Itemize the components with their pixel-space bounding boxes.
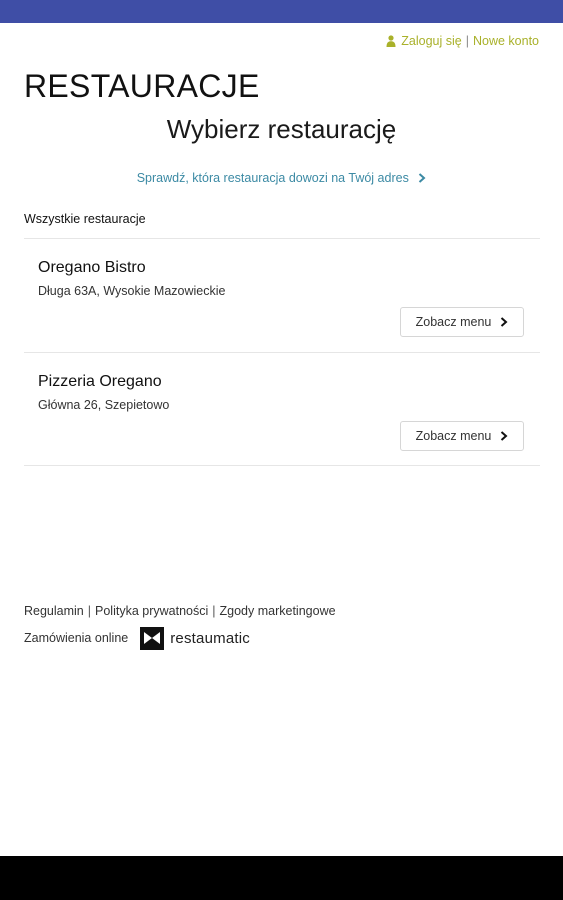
restaurant-address: Długa 63A, Wysokie Mazowieckie (38, 284, 226, 298)
restaurant-card: Pizzeria Oregano Główna 26, Szepietowo Z… (24, 373, 540, 453)
footer-separator: | (87, 604, 92, 618)
restaurant-address: Główna 26, Szepietowo (38, 398, 170, 412)
footer-separator: | (212, 604, 216, 618)
navigation-bar (0, 856, 563, 900)
divider (24, 238, 540, 239)
divider (24, 465, 540, 466)
view-menu-label: Zobacz menu (415, 429, 492, 443)
user-icon (386, 35, 396, 47)
login-link[interactable]: Zaloguj się (401, 34, 461, 48)
auth-separator: | (465, 34, 469, 48)
auth-links: Zaloguj się | Nowe konto (386, 34, 539, 48)
delivery-check-link[interactable]: Sprawdź, która restauracja dowozi na Twó… (0, 171, 563, 185)
restaurant-card: Oregano Bistro Długa 63A, Wysokie Mazowi… (24, 259, 540, 339)
page-title: RESTAURACJE (24, 68, 260, 104)
privacy-link[interactable]: Polityka prywatności (95, 604, 208, 618)
chevron-right-icon (501, 317, 508, 327)
restaurant-name: Oregano Bistro (38, 259, 146, 276)
chevron-right-icon (419, 173, 426, 183)
marketing-consents-link[interactable]: Zgody marketingowe (220, 604, 336, 618)
delivery-check-label: Sprawdź, która restauracja dowozi na Twó… (136, 171, 409, 185)
view-menu-label: Zobacz menu (415, 315, 492, 329)
chevron-right-icon (501, 431, 508, 441)
restaurant-name: Pizzeria Oregano (38, 373, 162, 390)
section-label: Wszystkie restauracje (24, 212, 146, 226)
terms-link[interactable]: Regulamin (24, 604, 84, 618)
view-menu-button[interactable]: Zobacz menu (400, 307, 524, 337)
view-menu-button[interactable]: Zobacz menu (400, 421, 524, 451)
online-orders-label: Zamówienia online (24, 631, 129, 645)
register-link[interactable]: Nowe konto (473, 34, 539, 48)
powered-by: Zamówienia online restaumatic (24, 626, 250, 650)
restaumatic-logo-icon[interactable] (140, 626, 165, 650)
status-bar (0, 0, 563, 23)
brand-name[interactable]: restaumatic (170, 630, 250, 647)
footer-links: Regulamin | Polityka prywatności | Zgody mar… (24, 604, 336, 618)
divider (24, 352, 540, 353)
page-subtitle: Wybierz restaurację (166, 114, 397, 144)
